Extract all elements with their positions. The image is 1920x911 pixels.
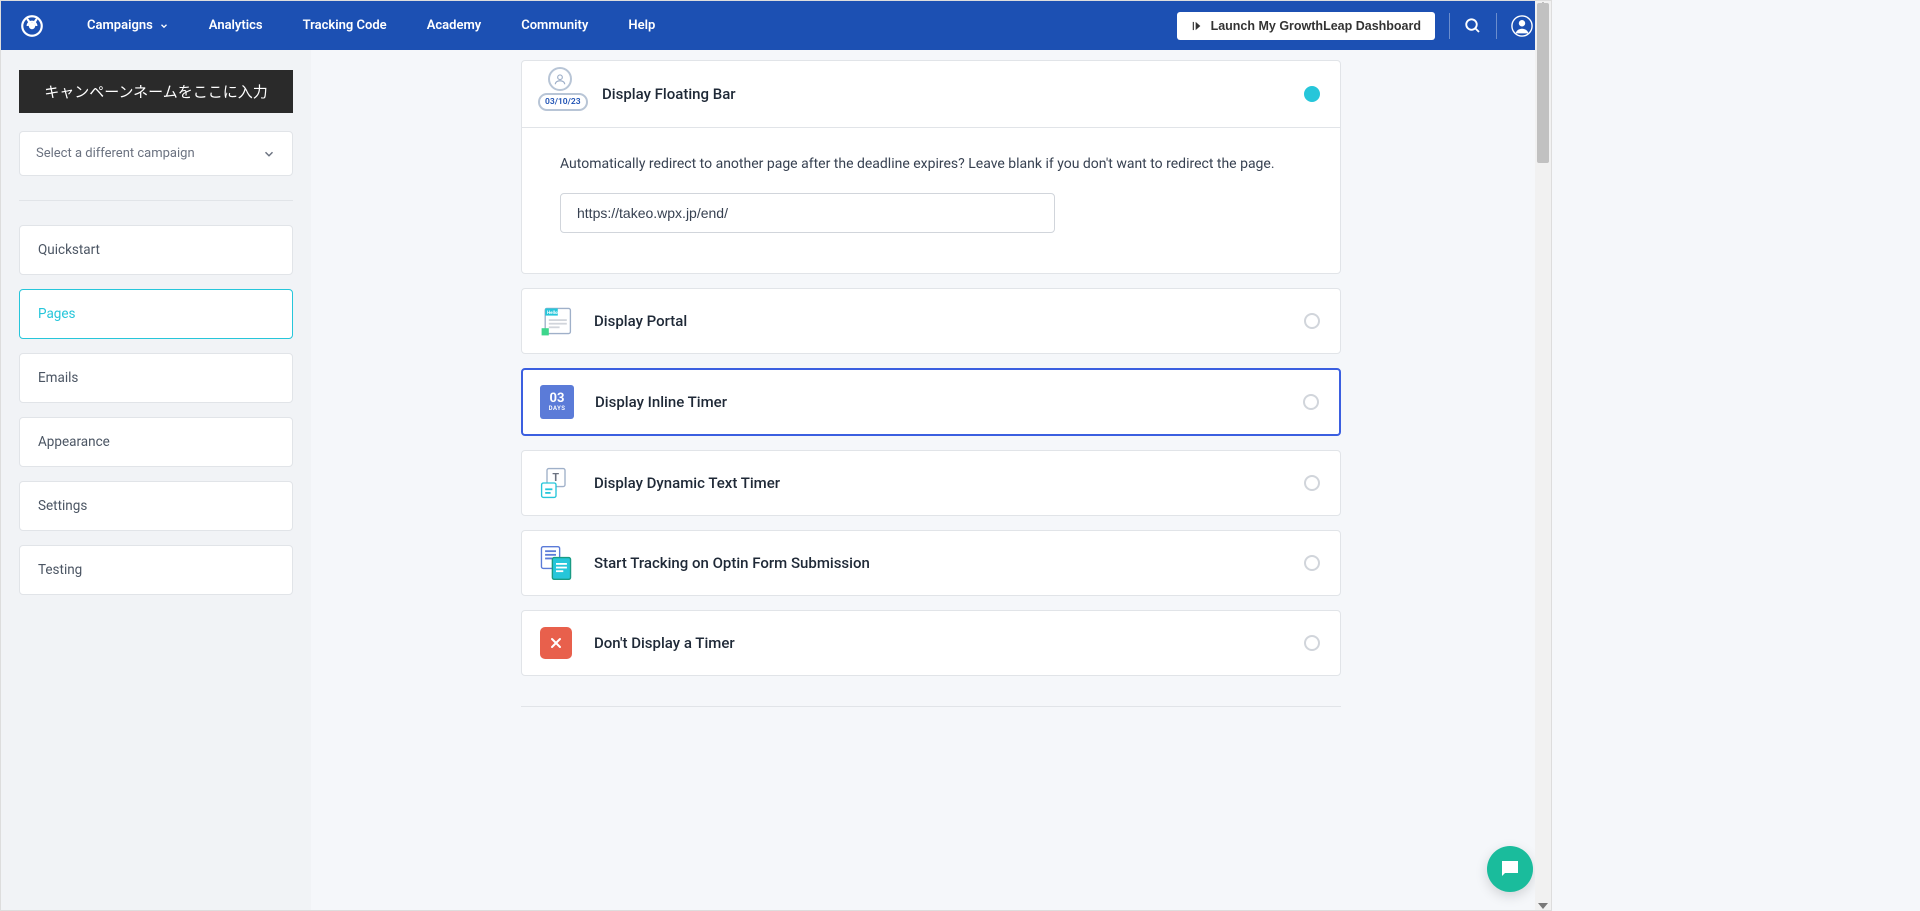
chat-launcher[interactable]	[1487, 846, 1533, 892]
separator	[1496, 13, 1497, 39]
chat-icon	[1498, 857, 1522, 881]
nav-tracking-code[interactable]: Tracking Code	[283, 18, 407, 33]
radio-inline-timer[interactable]	[1303, 394, 1319, 410]
nav-campaigns-label: Campaigns	[87, 18, 153, 33]
scrollbar[interactable]	[1535, 1, 1551, 910]
campaign-selector[interactable]: Select a different campaign	[19, 131, 293, 176]
separator	[1449, 13, 1450, 39]
chevron-down-icon	[262, 147, 276, 161]
launch-dashboard-button[interactable]: Launch My GrowthLeap Dashboard	[1177, 12, 1435, 40]
option-inline-timer-header[interactable]: 03 DAYS Display Inline Timer	[523, 370, 1339, 434]
option-title: Display Dynamic Text Timer	[594, 474, 1286, 492]
sidebar: キャンペーンネームをここに入力 Select a different campa…	[1, 50, 311, 910]
nav-help[interactable]: Help	[608, 18, 675, 33]
radio-no-timer[interactable]	[1304, 635, 1320, 651]
chevron-down-icon	[159, 21, 169, 31]
nav-campaigns[interactable]: Campaigns	[67, 18, 189, 33]
option-title: Don't Display a Timer	[594, 634, 1286, 652]
sidebar-item-pages[interactable]: Pages	[19, 289, 293, 339]
option-inline-timer: 03 DAYS Display Inline Timer	[521, 368, 1341, 436]
redirect-url-input[interactable]	[560, 193, 1055, 233]
option-dynamic-text-header[interactable]: T Display Dynamic Text Timer	[522, 451, 1340, 515]
x-icon-wrapper	[536, 623, 576, 663]
portal-icon: Hello!	[536, 301, 576, 341]
top-navigation: Campaigns Analytics Tracking Code Academ…	[1, 1, 1551, 50]
tracking-icon	[536, 543, 576, 583]
option-portal-header[interactable]: Hello! Display Portal	[522, 289, 1340, 353]
inline-timer-icon: 03 DAYS	[537, 382, 577, 422]
scroll-thumb[interactable]	[1537, 3, 1549, 163]
sidebar-item-settings[interactable]: Settings	[19, 481, 293, 531]
sidebar-item-testing[interactable]: Testing	[19, 545, 293, 595]
nav-community[interactable]: Community	[501, 18, 608, 33]
campaign-selector-label: Select a different campaign	[36, 146, 195, 161]
option-title: Start Tracking on Optin Form Submission	[594, 554, 1286, 572]
sidebar-item-emails[interactable]: Emails	[19, 353, 293, 403]
option-title: Display Inline Timer	[595, 393, 1285, 411]
x-icon	[540, 627, 572, 659]
option-tracking: Start Tracking on Optin Form Submission	[521, 530, 1341, 596]
option-title: Display Portal	[594, 312, 1286, 330]
option-dynamic-text: T Display Dynamic Text Timer	[521, 450, 1341, 516]
scroll-down-icon	[1538, 903, 1548, 909]
search-button[interactable]	[1464, 17, 1482, 35]
svg-text:T: T	[552, 471, 559, 484]
floating-bar-icon: 03/10/23	[536, 73, 584, 115]
campaign-name-box: キャンペーンネームをここに入力	[19, 70, 293, 113]
radio-portal[interactable]	[1304, 313, 1320, 329]
option-title: Display Floating Bar	[602, 85, 1286, 103]
launch-icon	[1191, 19, 1205, 33]
radio-floating-bar[interactable]	[1304, 86, 1320, 102]
radio-tracking[interactable]	[1304, 555, 1320, 571]
option-tracking-header[interactable]: Start Tracking on Optin Form Submission	[522, 531, 1340, 595]
dynamic-text-icon: T	[536, 463, 576, 503]
nav-analytics[interactable]: Analytics	[189, 18, 283, 33]
nav-academy[interactable]: Academy	[407, 18, 502, 33]
option-portal: Hello! Display Portal	[521, 288, 1341, 354]
option-no-timer-header[interactable]: Don't Display a Timer	[522, 611, 1340, 675]
divider	[19, 200, 293, 201]
sidebar-item-quickstart[interactable]: Quickstart	[19, 225, 293, 275]
redirect-help-text: Automatically redirect to another page a…	[560, 154, 1302, 175]
option-floating-bar-header[interactable]: 03/10/23 Display Floating Bar	[522, 61, 1340, 127]
svg-text:Hello!: Hello!	[547, 310, 559, 316]
user-icon	[1511, 15, 1533, 37]
logo-icon[interactable]	[19, 13, 45, 39]
search-icon	[1464, 17, 1482, 35]
radio-dynamic-text[interactable]	[1304, 475, 1320, 491]
sidebar-item-appearance[interactable]: Appearance	[19, 417, 293, 467]
option-floating-bar: 03/10/23 Display Floating Bar Automatica…	[521, 60, 1341, 274]
option-no-timer: Don't Display a Timer	[521, 610, 1341, 676]
main-content: 03/10/23 Display Floating Bar Automatica…	[311, 50, 1551, 910]
user-menu[interactable]	[1511, 15, 1533, 37]
divider	[521, 706, 1341, 707]
